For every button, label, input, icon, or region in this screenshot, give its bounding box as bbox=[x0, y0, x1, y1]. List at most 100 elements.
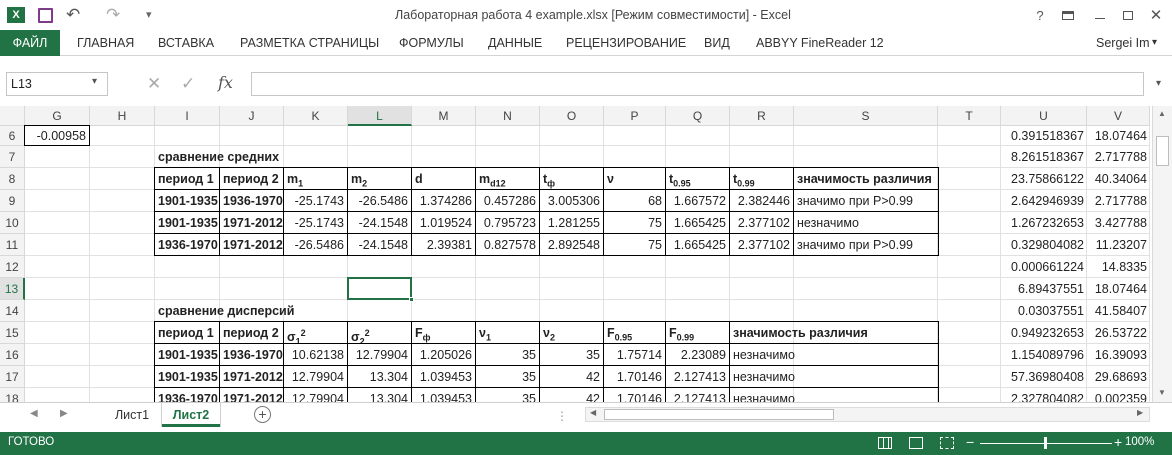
header-nu2[interactable]: ν2 bbox=[539, 321, 604, 344]
sheet-tabs-splitter[interactable]: ⋮ bbox=[556, 409, 568, 423]
cell-v[interactable]: 40.34064 bbox=[1087, 168, 1150, 190]
enter-icon[interactable]: ✓ bbox=[181, 74, 195, 94]
table1-cell[interactable]: 1.665425 bbox=[665, 211, 730, 234]
table1-cell[interactable]: 2.377102 bbox=[729, 211, 794, 234]
table1-cell[interactable]: 2.892548 bbox=[539, 233, 604, 256]
column-header-K[interactable]: K bbox=[284, 106, 348, 126]
normal-view-icon[interactable] bbox=[878, 437, 892, 449]
table1-cell[interactable]: -24.1548 bbox=[347, 233, 412, 256]
row-header-12[interactable]: 12 bbox=[0, 256, 25, 278]
cell-v[interactable]: 26.53722 bbox=[1087, 322, 1150, 344]
table1-cell[interactable]: 0.827578 bbox=[475, 233, 540, 256]
table1-cell[interactable]: 1936-1970 bbox=[219, 189, 284, 212]
table2-cell[interactable]: 1901-1935 bbox=[154, 343, 220, 366]
header-sigma1-sq[interactable]: σ12 bbox=[283, 321, 348, 344]
header-nu1[interactable]: ν1 bbox=[475, 321, 540, 344]
header-period2[interactable]: период 2 bbox=[219, 321, 284, 344]
table2-cell[interactable]: незначимо bbox=[729, 365, 939, 388]
column-header-L[interactable]: L bbox=[348, 106, 412, 126]
table1-cell[interactable]: значимо при P>0.99 bbox=[793, 189, 939, 212]
vertical-scrollbar[interactable]: ▲ ▼ bbox=[1152, 106, 1172, 402]
table2-cell[interactable]: 12.79904 bbox=[347, 343, 412, 366]
cell-v[interactable]: 29.68693 bbox=[1087, 366, 1150, 388]
header-significance[interactable]: значимость различия bbox=[793, 167, 939, 190]
fx-icon[interactable]: fx bbox=[218, 73, 233, 92]
table2-cell[interactable]: 2.23089 bbox=[665, 343, 730, 366]
vertical-scroll-thumb[interactable] bbox=[1156, 136, 1169, 166]
column-header-I[interactable]: I bbox=[155, 106, 220, 126]
cell-g6[interactable]: -0.00958 bbox=[24, 125, 90, 146]
redo-icon[interactable]: ↷ bbox=[106, 5, 120, 25]
tab-file[interactable]: ФАЙЛ bbox=[0, 30, 60, 56]
table1-cell[interactable]: -24.1548 bbox=[347, 211, 412, 234]
table2-cell[interactable]: 13.304 bbox=[347, 387, 412, 402]
header-f095[interactable]: F0.95 bbox=[603, 321, 666, 344]
header-f099[interactable]: F0.99 bbox=[665, 321, 730, 344]
table1-cell[interactable]: -26.5486 bbox=[347, 189, 412, 212]
cell-u[interactable]: 0.03037551 bbox=[1001, 300, 1087, 322]
cell-v[interactable]: 2.717788 bbox=[1087, 190, 1150, 212]
row-header-8[interactable]: 8 bbox=[0, 168, 25, 190]
table1-cell[interactable]: 75 bbox=[603, 211, 666, 234]
column-header-Q[interactable]: Q bbox=[666, 106, 730, 126]
table1-cell[interactable]: 1971-2012 bbox=[219, 233, 284, 256]
row-header-13[interactable]: 13 bbox=[0, 278, 25, 300]
table1-cell[interactable]: 1.281255 bbox=[539, 211, 604, 234]
zoom-in-button[interactable]: + bbox=[1114, 434, 1122, 450]
zoom-level[interactable]: 100% bbox=[1125, 436, 1154, 448]
cell-v[interactable]: 0.002359 bbox=[1087, 388, 1150, 402]
row-header-18[interactable]: 18 bbox=[0, 388, 25, 402]
header-d[interactable]: d bbox=[411, 167, 476, 190]
header-significance[interactable]: значимость различия bbox=[729, 321, 939, 344]
table2-cell[interactable]: 1.039453 bbox=[411, 387, 476, 402]
header-period1[interactable]: период 1 bbox=[154, 321, 220, 344]
horizontal-scroll-thumb[interactable] bbox=[604, 409, 834, 420]
table2-cell[interactable]: 35 bbox=[475, 387, 540, 402]
page-layout-view-icon[interactable] bbox=[909, 437, 923, 449]
header-t095[interactable]: t0.95 bbox=[665, 167, 730, 190]
cell-u[interactable]: 1.267232653 bbox=[1001, 212, 1087, 234]
column-header-U[interactable]: U bbox=[1001, 106, 1087, 126]
table1-cell[interactable]: -25.1743 bbox=[283, 211, 348, 234]
cell-u[interactable]: 1.154089796 bbox=[1001, 344, 1087, 366]
cancel-icon[interactable]: ✕ bbox=[147, 74, 161, 94]
table2-cell[interactable]: незначимо bbox=[729, 387, 939, 402]
table2-cell[interactable]: 2.127413 bbox=[665, 387, 730, 402]
row-header-10[interactable]: 10 bbox=[0, 212, 25, 234]
tab-page-layout[interactable]: РАЗМЕТКА СТРАНИЦЫ bbox=[240, 30, 379, 56]
column-header-G[interactable]: G bbox=[25, 106, 90, 126]
table1-cell[interactable]: -26.5486 bbox=[283, 233, 348, 256]
table1-cell[interactable]: 1971-2012 bbox=[219, 211, 284, 234]
tab-insert[interactable]: ВСТАВКА bbox=[158, 30, 214, 56]
column-header-H[interactable]: H bbox=[90, 106, 155, 126]
table1-cell[interactable]: 1936-1970 bbox=[154, 233, 220, 256]
row-header-16[interactable]: 16 bbox=[0, 344, 25, 366]
help-button[interactable]: ? bbox=[1030, 0, 1050, 30]
qat-dropdown-icon[interactable]: ▾ bbox=[146, 8, 152, 21]
cell-v[interactable]: 2.717788 bbox=[1087, 146, 1150, 168]
column-header-J[interactable]: J bbox=[220, 106, 284, 126]
table1-cell[interactable]: 2.377102 bbox=[729, 233, 794, 256]
table1-cell[interactable]: 1901-1935 bbox=[154, 211, 220, 234]
row-header-14[interactable]: 14 bbox=[0, 300, 25, 322]
row-header-7[interactable]: 7 bbox=[0, 146, 25, 168]
save-icon[interactable] bbox=[38, 8, 53, 23]
table2-cell[interactable]: 35 bbox=[475, 343, 540, 366]
horizontal-scrollbar[interactable]: ◀ ▶ bbox=[585, 407, 1150, 422]
tab-home[interactable]: ГЛАВНАЯ bbox=[77, 30, 134, 56]
table1-cell[interactable]: незначимо bbox=[793, 211, 939, 234]
sheet-tab-list2[interactable]: Лист2 bbox=[162, 403, 220, 427]
column-header-O[interactable]: O bbox=[540, 106, 604, 126]
cell-u[interactable]: 2.642946939 bbox=[1001, 190, 1087, 212]
table1-cell[interactable]: 1.667572 bbox=[665, 189, 730, 212]
cell-u[interactable]: 0.949232653 bbox=[1001, 322, 1087, 344]
name-box-dropdown-icon[interactable]: ▾ bbox=[92, 76, 97, 87]
column-header-R[interactable]: R bbox=[730, 106, 794, 126]
zoom-out-button[interactable]: − bbox=[966, 434, 974, 450]
cell-v[interactable]: 14.8335 bbox=[1087, 256, 1150, 278]
cell-u[interactable]: 57.36980408 bbox=[1001, 366, 1087, 388]
table2-cell[interactable]: 1.70146 bbox=[603, 387, 666, 402]
close-icon[interactable]: ✕ bbox=[1144, 0, 1168, 30]
header-m2[interactable]: m2 bbox=[347, 167, 412, 190]
cell-u[interactable]: 2.327804082 bbox=[1001, 388, 1087, 402]
